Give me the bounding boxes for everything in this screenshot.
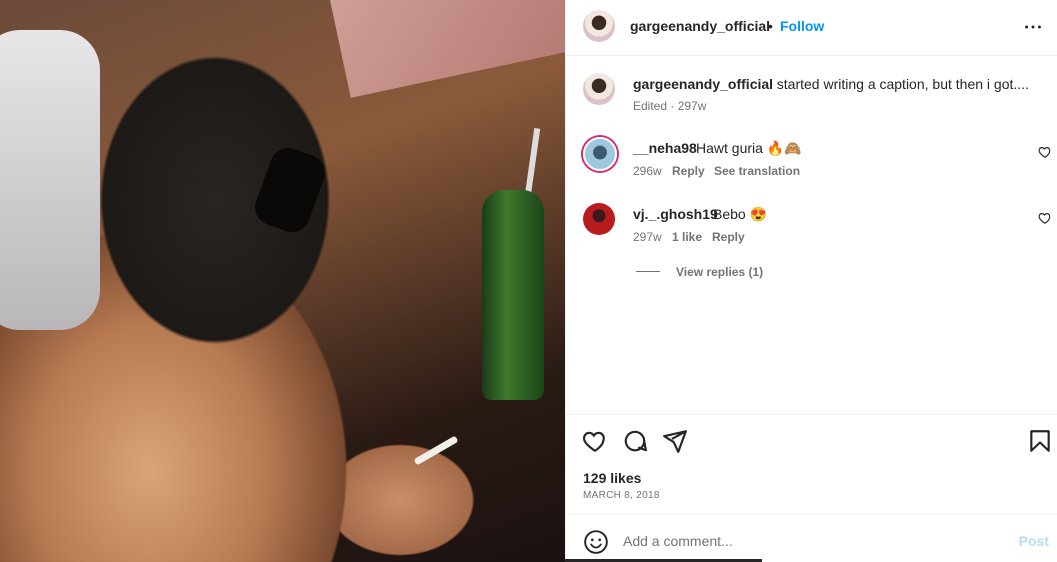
reply-button[interactable]: Reply bbox=[672, 164, 705, 178]
reply-button[interactable]: Reply bbox=[712, 230, 745, 244]
comment-like-heart-icon[interactable] bbox=[1038, 211, 1052, 225]
actions-divider bbox=[566, 414, 1057, 415]
add-comment-input[interactable]: Add a comment... bbox=[623, 533, 733, 549]
comment-avatar[interactable] bbox=[583, 137, 617, 171]
comment-username[interactable]: __neha98 bbox=[633, 140, 697, 156]
emoji-icon[interactable] bbox=[583, 529, 609, 555]
author-avatar[interactable] bbox=[583, 10, 615, 42]
share-icon[interactable] bbox=[662, 428, 688, 454]
bookmark-icon[interactable] bbox=[1027, 428, 1053, 454]
see-translation-button[interactable]: See translation bbox=[714, 164, 800, 178]
post-photo[interactable] bbox=[0, 0, 565, 562]
heart-icon[interactable] bbox=[582, 428, 608, 454]
comment-likes[interactable]: 1 like bbox=[672, 230, 702, 244]
likes-count[interactable]: 129 likes bbox=[583, 470, 641, 486]
caption-username[interactable]: gargeenandy_official bbox=[633, 76, 773, 92]
caption-meta: Edited · 297w bbox=[633, 99, 707, 113]
comment-like-heart-icon[interactable] bbox=[1038, 145, 1052, 159]
header-separator: • bbox=[768, 18, 773, 34]
comment-time[interactable]: 297w bbox=[633, 230, 662, 244]
more-icon[interactable] bbox=[1022, 16, 1044, 38]
photo-hair-clip bbox=[250, 142, 330, 238]
photo-paper bbox=[330, 0, 565, 98]
post-side-panel: gargeenandy_official • Follow gargeenand… bbox=[565, 0, 1057, 562]
comment-icon[interactable] bbox=[622, 428, 648, 454]
post-header: gargeenandy_official • Follow bbox=[566, 0, 1057, 56]
comment-avatar[interactable] bbox=[583, 203, 615, 235]
comment-text: Hawt guria 🔥🙈 bbox=[696, 140, 802, 156]
comment-time[interactable]: 296w bbox=[633, 164, 662, 178]
photo-cigarette bbox=[413, 435, 459, 466]
comment-username[interactable]: vj._.ghosh19 bbox=[633, 206, 718, 222]
view-replies-button[interactable]: View replies (1) bbox=[676, 265, 763, 279]
caption-text: I started writing a caption, but then i … bbox=[769, 76, 1029, 92]
view-replies-line bbox=[636, 271, 660, 272]
post-date[interactable]: MARCH 8, 2018 bbox=[583, 490, 660, 501]
comment-box-divider bbox=[566, 514, 1057, 515]
comment-text: Bebo 😍 bbox=[713, 206, 768, 222]
photo-pillow bbox=[0, 30, 100, 330]
follow-button[interactable]: Follow bbox=[780, 18, 824, 34]
photo-bottle bbox=[482, 190, 544, 400]
author-username[interactable]: gargeenandy_official bbox=[630, 18, 770, 34]
caption-avatar[interactable] bbox=[583, 73, 615, 105]
post-comment-button[interactable]: Post bbox=[1019, 533, 1049, 549]
